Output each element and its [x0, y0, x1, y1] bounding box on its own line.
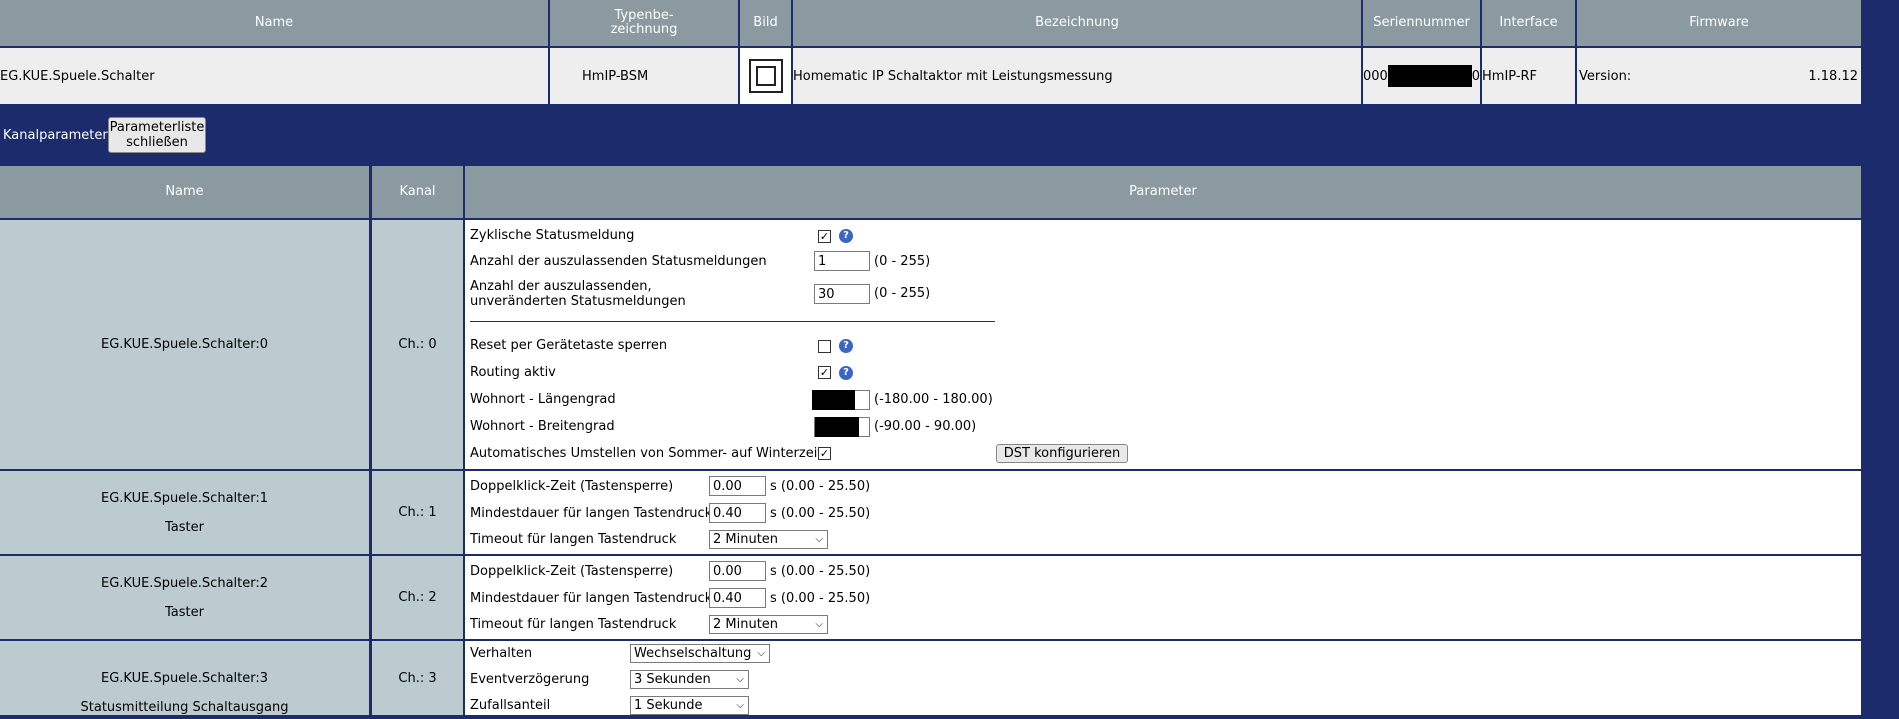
ch1-minlong-label: Mindestdauer für langen Tastendruck [470, 506, 713, 521]
ch3-random-label: Zufallsanteil [470, 698, 551, 713]
ch1-name-cell: EG.KUE.Spuele.Schalter:1 Taster [0, 471, 369, 554]
serial-prefix: 000 [1363, 68, 1388, 84]
ch3-behavior-label: Verhalten [470, 646, 533, 661]
device-interface: HmIP-RF [1482, 48, 1575, 104]
ch2-channel-cell: Ch.: 2 [372, 556, 463, 639]
dst-checkbox[interactable]: ✓ [818, 447, 831, 460]
header-interface: Interface [1482, 0, 1575, 46]
device-description: Homematic IP Schaltaktor mit Leistungsme… [793, 48, 1361, 104]
longitude-redaction [812, 390, 855, 410]
skip-status-label: Anzahl der auszulassenden Statusmeldunge… [470, 254, 767, 269]
ch0-params-cell: Zyklische Statusmeldung ✓ ? Anzahl der a… [465, 220, 1861, 469]
ch0-name-cell: EG.KUE.Spuele.Schalter:0 [0, 220, 369, 469]
ch2-name: EG.KUE.Spuele.Schalter:2 [100, 575, 269, 591]
longitude-label: Wohnort - Längengrad [470, 392, 616, 407]
ch2-minlong-range: s (0.00 - 25.50) [770, 591, 871, 606]
chevron-down-icon: ⌵ [757, 648, 765, 659]
latitude-range: (-90.00 - 90.00) [874, 419, 977, 434]
ch1-dblclick-label: Doppelklick-Zeit (Tastensperre) [470, 479, 674, 494]
device-serial: 000 0 [1363, 48, 1480, 104]
longitude-input[interactable] [812, 390, 870, 410]
ch1-dblclick-range: s (0.00 - 25.50) [770, 479, 871, 494]
longitude-range: (-180.00 - 180.00) [874, 392, 993, 407]
reset-lock-label: Reset per Gerätetaste sperren [470, 338, 668, 353]
ch2-name-cell: EG.KUE.Spuele.Schalter:2 Taster [0, 556, 369, 639]
ch1-params-cell: Doppelklick-Zeit (Tastensperre) s (0.00 … [465, 471, 1861, 554]
cyclic-status-label: Zyklische Statusmeldung [470, 228, 635, 243]
ch2-params-cell: Doppelklick-Zeit (Tastensperre) s (0.00 … [465, 556, 1861, 639]
ch2-timeout-select[interactable]: 2 Minuten ⌵ [709, 615, 828, 634]
ch3-delay-label: Eventverzögerung [470, 672, 590, 687]
skip-unchanged-label: Anzahl der auszulassenden, unveränderten… [470, 279, 686, 309]
device-name[interactable]: EG.KUE.Spuele.Schalter [0, 48, 548, 104]
ch2-dblclick-label: Doppelklick-Zeit (Tastensperre) [470, 564, 674, 579]
ch2-dblclick-range: s (0.00 - 25.50) [770, 564, 871, 579]
routing-help-icon[interactable]: ? [839, 366, 853, 380]
dst-label: Automatisches Umstellen von Sommer- auf … [470, 446, 823, 461]
chevron-down-icon: ⌵ [815, 619, 823, 630]
param-header-name: Name [0, 166, 369, 218]
latitude-redaction [815, 417, 859, 437]
ch1-minlong-range: s (0.00 - 25.50) [770, 506, 871, 521]
device-image [740, 48, 791, 104]
reset-lock-help-icon[interactable]: ? [839, 339, 853, 353]
param-header-parameter: Parameter [465, 166, 1861, 218]
ch2-dblclick-input[interactable] [709, 561, 766, 581]
ch3-behavior-select[interactable]: Wechselschaltung ⌵ [630, 644, 770, 663]
serial-redaction [1387, 65, 1472, 87]
chevron-down-icon: ⌵ [815, 534, 823, 545]
device-type: HmIP-BSM [550, 48, 738, 104]
ch2-minlong-label: Mindestdauer für langen Tastendruck [470, 591, 713, 606]
skip-status-range: (0 - 255) [874, 254, 931, 269]
cyclic-status-checkbox[interactable]: ✓ [818, 230, 831, 243]
ch2-minlong-input[interactable] [709, 588, 766, 608]
ch3-sub: Statusmitteilung Schaltausgang [80, 700, 289, 715]
header-description: Bezeichnung [793, 0, 1361, 46]
section-divider [470, 321, 995, 322]
right-edge [1863, 0, 1899, 719]
latitude-label: Wohnort - Breitengrad [470, 419, 615, 434]
ch1-channel-cell: Ch.: 1 [372, 471, 463, 554]
ch3-name: EG.KUE.Spuele.Schalter:3 [100, 671, 269, 686]
close-param-list-button[interactable]: Parameterliste schließen [108, 117, 206, 153]
firmware-label: Version: [1579, 68, 1632, 84]
skip-unchanged-input[interactable] [814, 284, 870, 304]
device-firmware: Version: 1.18.12 [1577, 48, 1861, 104]
ch1-name: EG.KUE.Spuele.Schalter:1 [100, 490, 269, 506]
routing-label: Routing aktiv [470, 365, 556, 380]
ch1-dblclick-input[interactable] [709, 476, 766, 496]
cyclic-status-help-icon[interactable]: ? [839, 229, 853, 243]
ch3-channel-cell: Ch.: 3 [372, 641, 463, 715]
ch3-name-cell: EG.KUE.Spuele.Schalter:3 Statusmitteilun… [0, 641, 369, 715]
chevron-down-icon: ⌵ [736, 700, 744, 711]
ch1-timeout-select[interactable]: 2 Minuten ⌵ [709, 530, 828, 549]
ch2-sub: Taster [165, 604, 204, 620]
ch0-channel-cell: Ch.: 0 [372, 220, 463, 469]
ch1-sub: Taster [165, 519, 204, 535]
ch3-params-cell: Verhalten Wechselschaltung ⌵ Eventverzöge… [465, 641, 1861, 715]
header-firmware: Firmware [1577, 0, 1861, 46]
header-name: Name [0, 0, 548, 46]
ch3-delay-select[interactable]: 3 Sekunden ⌵ [630, 670, 749, 689]
skip-status-input[interactable] [814, 251, 870, 271]
ch3-random-select[interactable]: 1 Sekunde ⌵ [630, 696, 749, 715]
latitude-input[interactable] [814, 417, 870, 437]
ch1-minlong-input[interactable] [709, 503, 766, 523]
skip-unchanged-range: (0 - 255) [874, 286, 931, 301]
param-header-channel: Kanal [372, 166, 463, 218]
reset-lock-checkbox[interactable] [818, 340, 831, 353]
dst-configure-button[interactable]: DST konfigurieren [996, 444, 1128, 463]
header-type: Typenbe- zeichnung [550, 0, 738, 46]
channel-params-label: Kanalparameter [3, 128, 108, 143]
firmware-version: 1.18.12 [1808, 68, 1858, 84]
device-thumbnail-icon [748, 59, 783, 93]
ch1-timeout-label: Timeout für langen Tastendruck [470, 532, 677, 547]
ch2-timeout-label: Timeout für langen Tastendruck [470, 617, 677, 632]
chevron-down-icon: ⌵ [736, 674, 744, 685]
serial-suffix: 0 [1471, 68, 1480, 84]
header-serial: Seriennummer [1363, 0, 1480, 46]
routing-checkbox[interactable]: ✓ [818, 366, 831, 379]
header-image: Bild [740, 0, 791, 46]
